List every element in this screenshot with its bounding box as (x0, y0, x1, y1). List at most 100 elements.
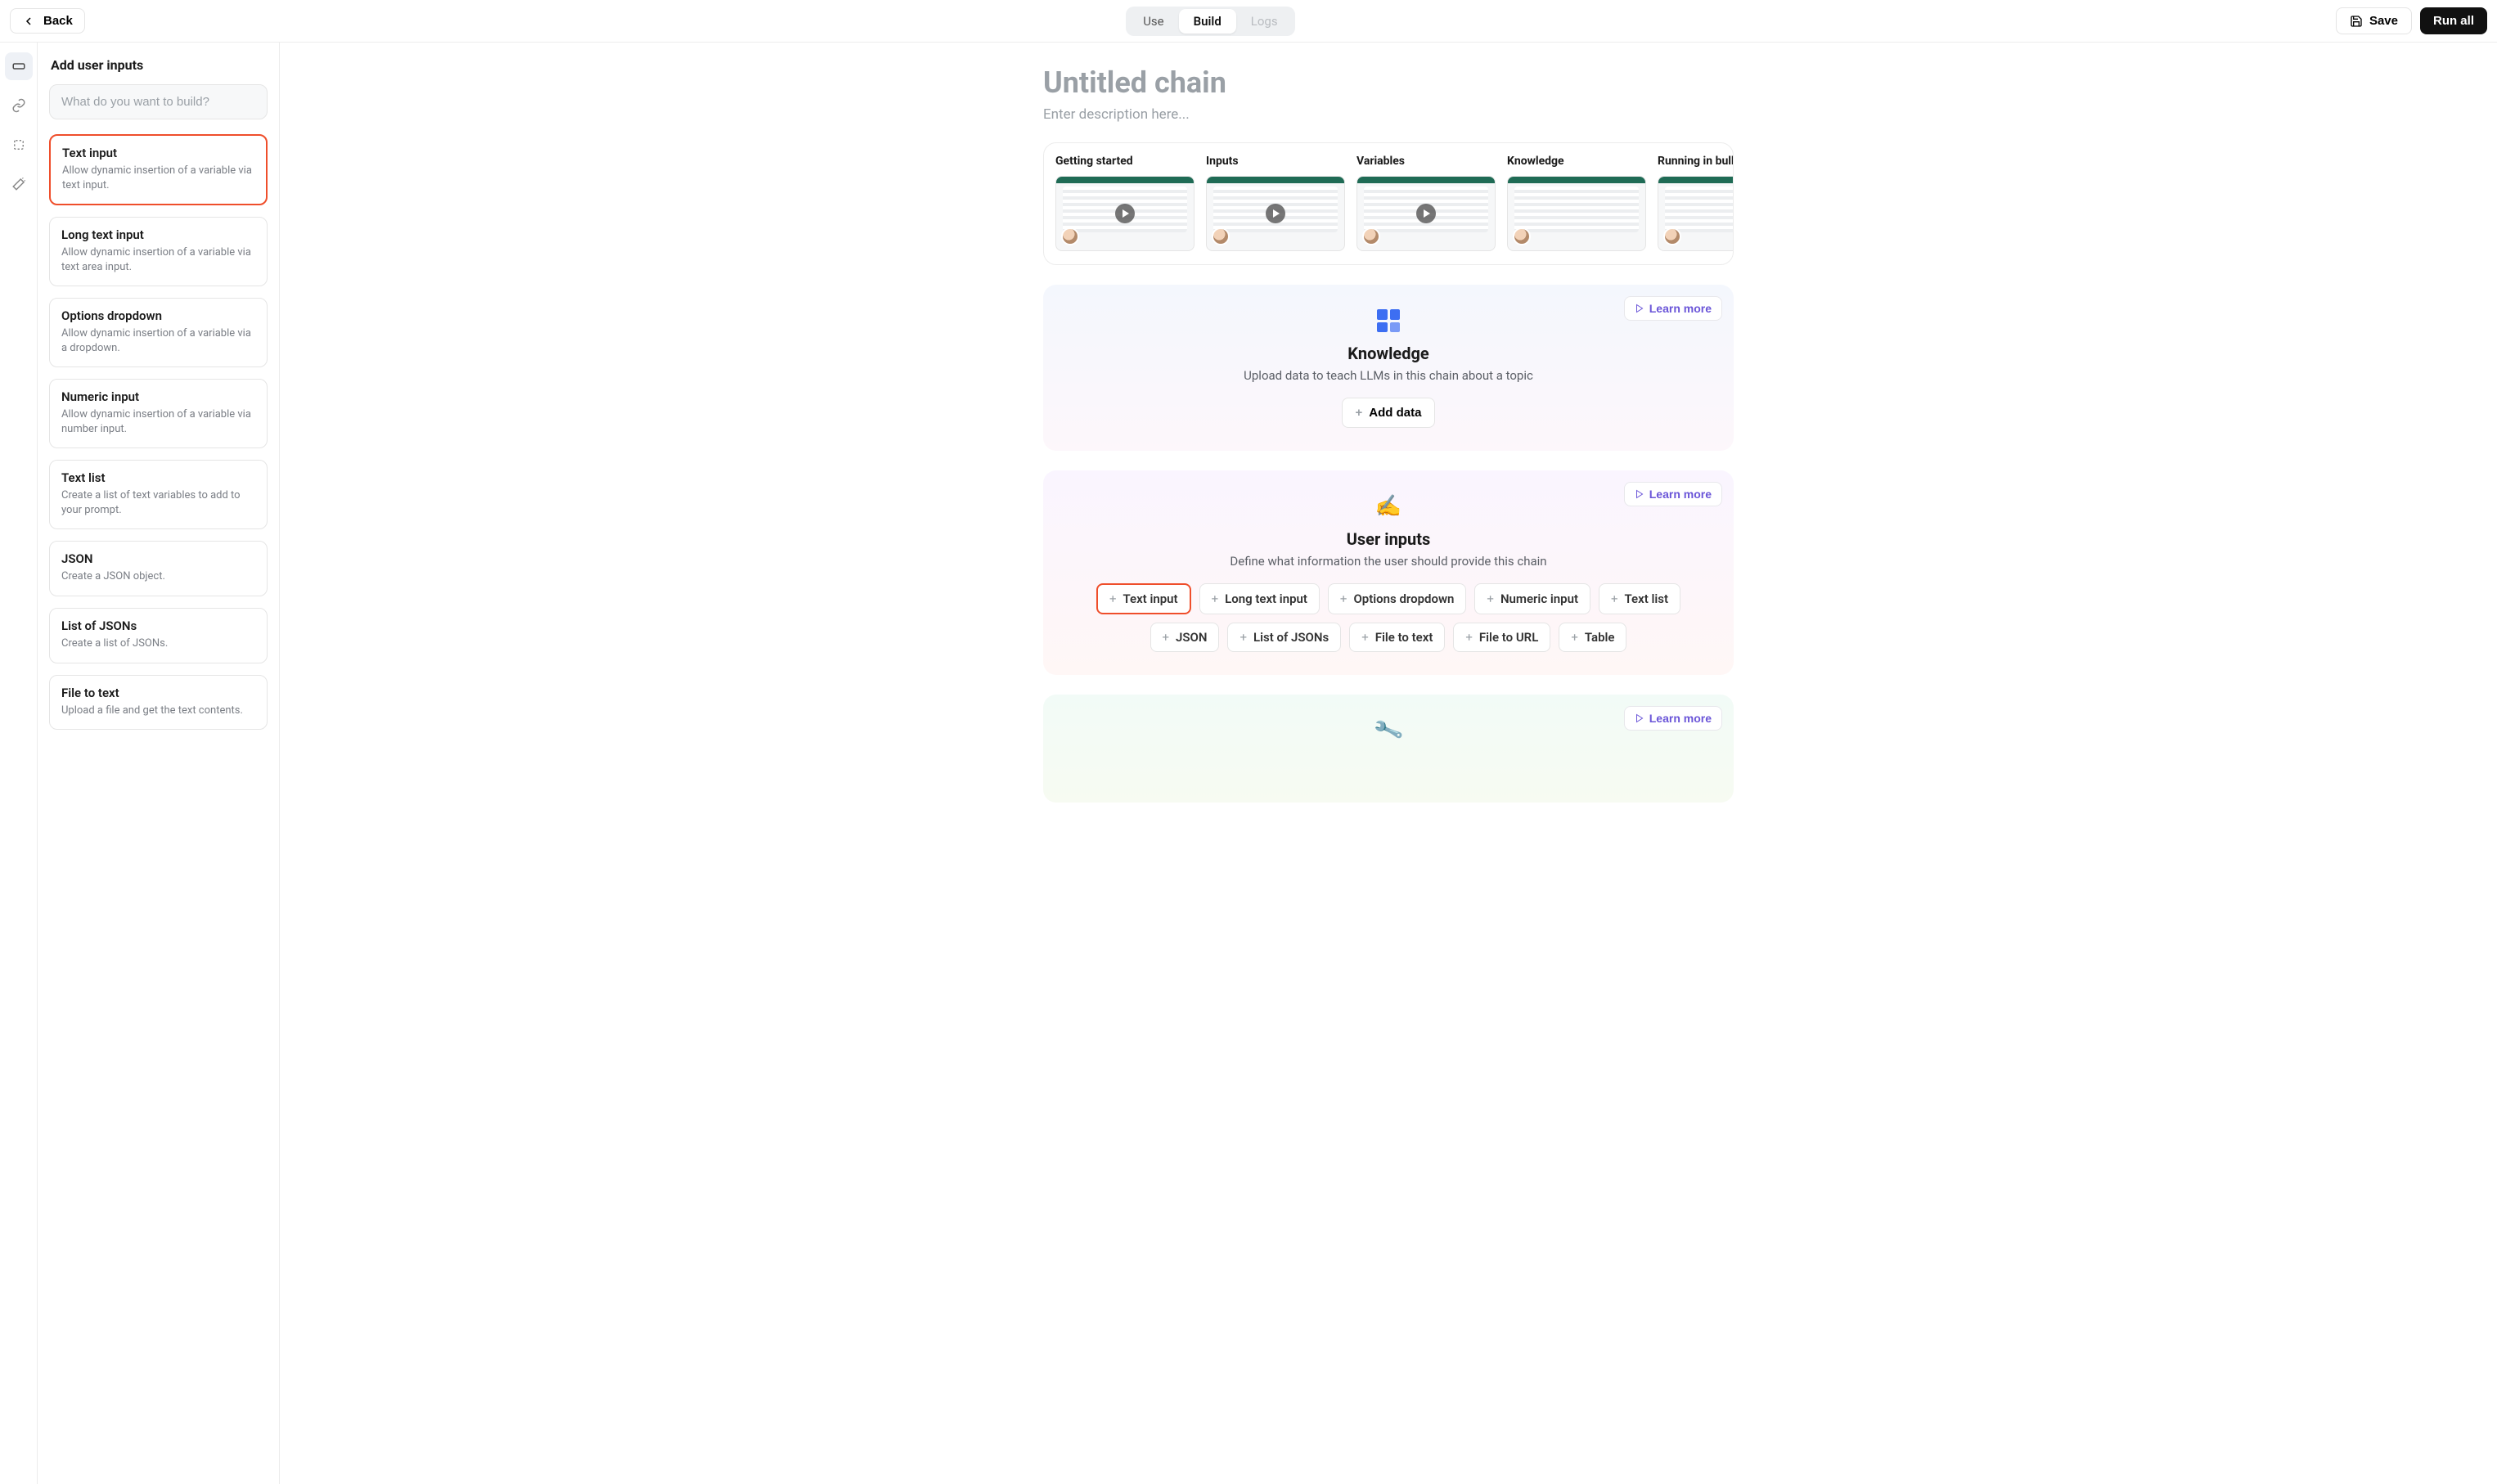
plus-icon: + (1340, 591, 1347, 606)
form-input-icon (11, 59, 26, 74)
chain-title[interactable]: Untitled chain (1043, 65, 1734, 100)
input-chip[interactable]: + JSON (1150, 623, 1220, 652)
rail-inputs[interactable] (5, 52, 33, 80)
user-inputs-section: Learn more ✍️ User inputs Define what in… (1043, 470, 1734, 675)
back-label: Back (43, 14, 73, 28)
sidebar-title: Add user inputs (38, 43, 279, 84)
input-type-card[interactable]: JSONCreate a JSON object. (49, 541, 268, 596)
rail-link[interactable] (5, 92, 33, 119)
chip-label: Text list (1625, 591, 1669, 606)
input-type-card[interactable]: Numeric input Allow dynamic insertion of … (49, 379, 268, 448)
tools-icon: 🔧 (1370, 712, 1407, 749)
input-card-title: JSON (61, 551, 255, 566)
tab-logs[interactable]: Logs (1236, 9, 1293, 34)
tutorial-thumbnail (1206, 176, 1345, 251)
plus-icon: + (1240, 630, 1247, 645)
learn-more-label: Learn more (1649, 712, 1712, 725)
tutorial-card[interactable]: Variables (1356, 155, 1496, 251)
run-all-button[interactable]: Run all (2420, 7, 2487, 34)
save-icon (2350, 15, 2363, 28)
input-card-title: List of JSONs (61, 618, 255, 633)
input-chip[interactable]: +File to text (1349, 623, 1445, 652)
chip-label: File to text (1375, 630, 1433, 645)
knowledge-section: Learn more Knowledge Upload data to teac… (1043, 285, 1734, 451)
input-card-title: Text input (62, 146, 254, 160)
input-chip[interactable]: + List of JSONs (1227, 623, 1341, 652)
save-button[interactable]: Save (2336, 7, 2412, 34)
plus-icon: + (1487, 591, 1494, 606)
input-type-card[interactable]: Long text inputAllow dynamic insertion o… (49, 217, 268, 286)
input-card-desc: Allow dynamic insertion of a variable vi… (62, 164, 254, 192)
main: Untitled chain Enter description here...… (280, 43, 2497, 1484)
input-card-title: Numeric input (61, 389, 255, 404)
add-data-button[interactable]: + Add data (1342, 398, 1436, 428)
input-card-title: File to text (61, 686, 255, 700)
tutorial-thumbnail (1658, 176, 1734, 251)
input-card-desc: Allow dynamic insertion of a variable vi… (61, 326, 255, 355)
topbar: Back Use Build Logs Save Run all (0, 0, 2497, 43)
author-avatar (1061, 227, 1079, 245)
tutorial-title: Running in bulk (1658, 155, 1734, 168)
plus-icon: + (1109, 591, 1117, 606)
knowledge-icon (1374, 306, 1403, 335)
input-chip[interactable]: + Text input (1096, 583, 1191, 614)
input-type-card[interactable]: List of JSONsCreate a list of JSONs. (49, 608, 268, 663)
tab-build[interactable]: Build (1179, 9, 1236, 34)
chip-label: Long text input (1225, 591, 1307, 606)
input-chip[interactable]: +Table (1559, 623, 1626, 652)
tutorial-card[interactable]: Getting started (1055, 155, 1195, 251)
rail-frame[interactable] (5, 131, 33, 159)
input-chip[interactable]: +Long text input (1199, 583, 1320, 614)
input-type-card[interactable]: Text listCreate a list of text variables… (49, 460, 268, 529)
nav-rail (0, 43, 38, 1484)
learn-more-label: Learn more (1649, 488, 1712, 501)
input-type-card[interactable]: Text input Allow dynamic insertion of a v… (49, 134, 268, 205)
author-avatar (1663, 227, 1681, 245)
input-chip[interactable]: + Options dropdown (1328, 583, 1467, 614)
tab-use[interactable]: Use (1128, 9, 1178, 34)
chip-label: JSON (1176, 630, 1207, 645)
tools-section: Learn more 🔧 (1043, 695, 1734, 803)
tools-learn-more[interactable]: Learn more (1624, 706, 1722, 731)
author-avatar (1212, 227, 1230, 245)
tutorial-thumbnail (1356, 176, 1496, 251)
tutorial-title: Getting started (1055, 155, 1195, 168)
chip-label: File to URL (1479, 630, 1538, 645)
sidebar-search-input[interactable] (49, 84, 268, 119)
chip-label: Text input (1123, 591, 1177, 606)
rail-magic[interactable] (5, 170, 33, 198)
tutorials-panel: Getting started InputsVariables Knowledge R… (1043, 142, 1734, 265)
input-card-desc: Allow dynamic insertion of a variable vi… (61, 407, 255, 436)
author-avatar (1513, 227, 1531, 245)
author-avatar (1362, 227, 1380, 245)
user-inputs-sub: Define what information the user should … (1060, 554, 1717, 569)
tutorial-card[interactable]: Inputs (1206, 155, 1345, 251)
plus-icon: + (1163, 630, 1170, 645)
input-card-desc: Upload a file and get the text contents. (61, 704, 255, 718)
input-chip[interactable]: +Text list (1599, 583, 1680, 614)
sidebar: Add user inputs Text input Allow dynamic … (38, 43, 280, 1484)
input-chip[interactable]: +Numeric input (1474, 583, 1590, 614)
user-inputs-icon: ✍️ (1374, 492, 1403, 521)
chip-label: Options dropdown (1353, 591, 1454, 606)
input-type-card[interactable]: File to text Upload a file and get the te… (49, 675, 268, 731)
input-type-card[interactable]: Options dropdownAllow dynamic insertion … (49, 298, 268, 367)
input-chip[interactable]: +File to URL (1453, 623, 1550, 652)
chip-label: List of JSONs (1253, 630, 1329, 645)
play-icon (1635, 713, 1644, 723)
play-icon (1416, 204, 1436, 223)
plus-icon: + (1356, 406, 1363, 420)
tutorial-title: Knowledge (1507, 155, 1646, 168)
chain-description[interactable]: Enter description here... (1043, 106, 1734, 123)
tutorial-card[interactable]: Knowledge (1507, 155, 1646, 251)
play-icon (1635, 304, 1644, 313)
play-icon (1115, 204, 1135, 223)
back-button[interactable]: Back (10, 8, 85, 34)
knowledge-learn-more[interactable]: Learn more (1624, 296, 1722, 321)
play-icon (1635, 489, 1644, 499)
user-inputs-learn-more[interactable]: Learn more (1624, 482, 1722, 506)
tutorial-card[interactable]: Running in bulk (1658, 155, 1734, 251)
save-label: Save (2369, 14, 2398, 28)
arrow-left-icon (22, 15, 35, 28)
knowledge-sub: Upload data to teach LLMs in this chain … (1060, 368, 1717, 383)
